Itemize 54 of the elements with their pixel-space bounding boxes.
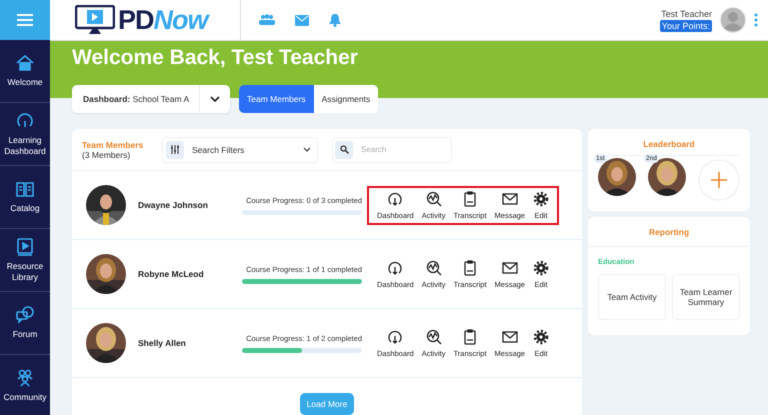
clipboard-icon [462,328,478,344]
banner-title: Welcome Back, Test Teacher [72,45,359,70]
gauge-icon [387,328,404,344]
logo-text: PDNow [118,4,208,36]
menu-button[interactable] [0,0,50,40]
menu-icon [17,14,33,26]
avatar-icon[interactable] [720,7,746,33]
card-title: Leaderboard [643,138,695,151]
mail-icon[interactable] [295,14,309,26]
filter-select[interactable]: Search Filters [162,136,318,162]
sidebar-item[interactable]: Community [0,355,50,415]
gauge-icon [387,260,404,276]
member-name: Dwayne Johnson [138,200,209,210]
gear-icon [532,190,549,206]
clipboard-icon [462,260,478,276]
sidebar-item[interactable]: Resource Library [0,229,50,292]
sliders-icon [170,145,180,154]
report-button[interactable]: Team Activity [598,274,666,320]
tab[interactable]: Team Members [239,85,314,113]
member-name: Robyne McLeod [138,269,205,279]
report-button[interactable]: Team Learner Summary [672,274,740,320]
member-name: Shelly Allen [138,338,187,348]
more-icon[interactable] [754,13,758,27]
add-icon[interactable] [698,158,740,200]
clipboard-icon [462,190,478,206]
book-icon [15,179,35,200]
mail-icon [502,328,518,344]
panel-title: Team Members [82,140,144,150]
search-field[interactable]: Search [332,136,452,162]
home-icon [15,53,35,74]
gear-icon [532,260,549,276]
bell-icon[interactable] [329,13,341,27]
sidebar-item[interactable]: Forum [0,292,50,355]
points-badge: Your Points: [660,20,712,32]
video-icon [15,236,35,257]
chevron-down-icon [303,147,311,152]
user-name: Test Teacher [661,8,712,18]
mail-icon [502,190,518,206]
activity-icon [426,190,442,206]
gear-icon [532,328,549,344]
card-title: Reporting [588,217,750,247]
activity-icon [426,328,442,344]
activity-icon [426,260,442,276]
gauge-icon [387,190,404,206]
sidebar-item[interactable]: Learning Dashboard [0,103,50,166]
chevron-down-icon [210,96,220,102]
dashboard-select[interactable]: Dashboard: School Team A [72,85,230,113]
people-icon[interactable] [259,14,275,26]
chat-icon [15,305,35,326]
sidebar-item[interactable]: Catalog [0,166,50,229]
member-count: (3 Members) [82,150,132,160]
monitor-icon [75,5,115,35]
mail-icon [502,260,518,276]
people-icon [15,368,35,388]
